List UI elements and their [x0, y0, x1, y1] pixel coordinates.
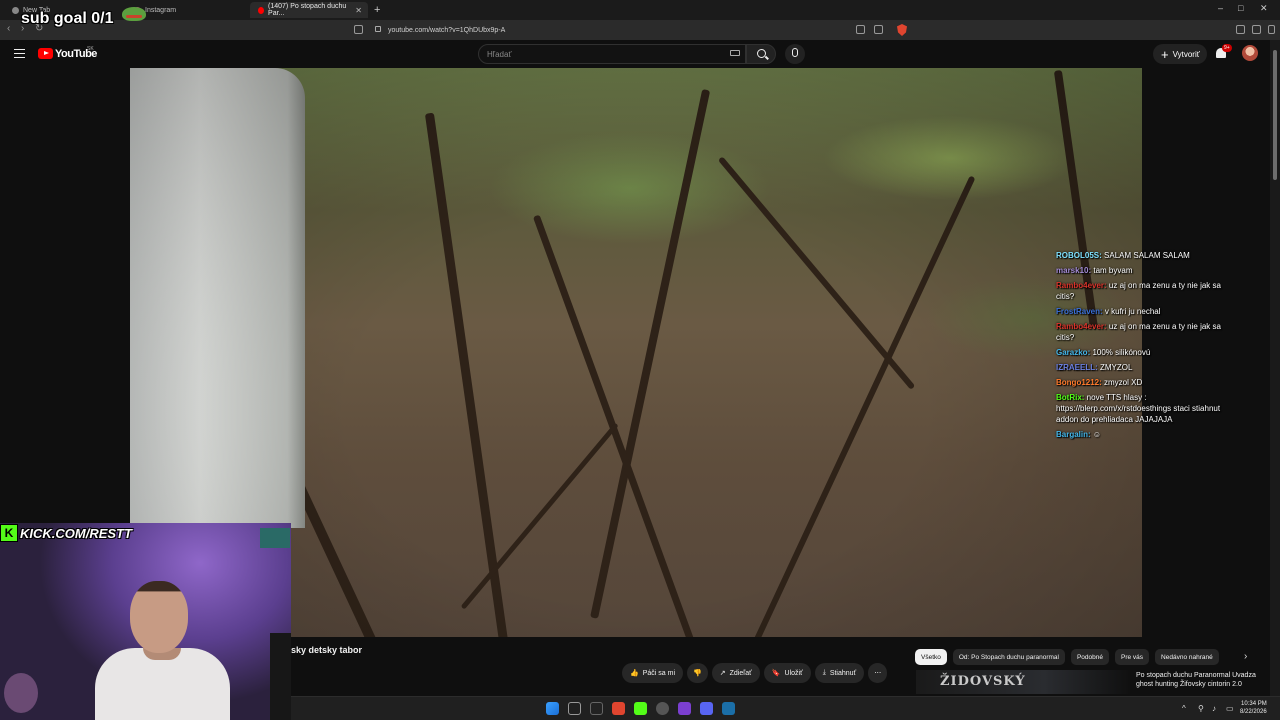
cast-icon[interactable]: [874, 25, 883, 34]
chat-message: Rambo4ever: uz aj on ma zenu a ty nie ja…: [1056, 281, 1221, 301]
chat-message: FrostRaven: v kufri ju nechal: [1056, 307, 1161, 316]
chat-message: Bargalin: ☺: [1056, 430, 1102, 439]
chat-overlay: ROBOL05S: SALAM SALAM SALAM marsk10: tam…: [1056, 250, 1226, 444]
address-bar-row: ‹ › ↻ youtube.com/watch?v=1QhDUbx9p-A: [0, 20, 1280, 40]
brave-browser-icon[interactable]: [612, 702, 625, 715]
back-icon[interactable]: ‹: [7, 23, 10, 34]
streamer-body: [95, 648, 230, 720]
youtube-favicon-icon: [258, 6, 265, 14]
mic-icon: [792, 48, 798, 57]
search-button[interactable]: [746, 44, 776, 64]
hamburger-menu-icon[interactable]: [14, 49, 25, 58]
more-button[interactable]: ⋯: [868, 663, 888, 683]
keyboard-icon[interactable]: [730, 50, 740, 56]
close-window-button[interactable]: ✕: [1260, 3, 1268, 14]
network-icon[interactable]: ⚲: [1198, 704, 1204, 713]
sub-goal-overlay: sub goal 0/1: [21, 10, 114, 27]
extensions-icon[interactable]: [1236, 25, 1245, 34]
tab-label: (1407) Po stopach duchu Par...: [268, 3, 347, 17]
tab-favicon-icon: [12, 6, 19, 14]
chip-related[interactable]: Podobné: [1070, 649, 1109, 665]
dislike-button[interactable]: 👎: [687, 663, 708, 683]
download-button[interactable]: ⤓ Stiahnuť: [814, 663, 865, 683]
recommendation-title[interactable]: Po stopach duchu Paranormal Uvadza ghost…: [1136, 671, 1266, 689]
share-button[interactable]: ↗ Zdieľať: [711, 663, 760, 683]
kick-app-icon[interactable]: [634, 702, 647, 715]
youtube-header: YouTube SK Hľadať + Vytvoriť 9+: [0, 40, 1270, 68]
chevron-right-icon[interactable]: ›: [1244, 651, 1247, 662]
scrollbar-thumb[interactable]: [1273, 50, 1277, 180]
translate-icon[interactable]: [856, 25, 865, 34]
tab-youtube[interactable]: (1407) Po stopach duchu Par... ✕: [250, 2, 368, 18]
tab-label: Instagram: [145, 6, 177, 14]
app-icon[interactable]: [590, 702, 603, 715]
clock-time: 10:34 PM: [1241, 701, 1267, 707]
thumbnail-text: ŽIDOVSKÝ: [940, 674, 1026, 689]
thumbs-up-icon: 👍: [630, 670, 639, 677]
create-label: Vytvoriť: [1172, 49, 1200, 59]
notification-badge: 9+: [1222, 44, 1232, 52]
chat-message: BotRix: nove TTS hlasy : https://blerp.c…: [1056, 393, 1221, 424]
share-icon: ↗: [719, 670, 726, 677]
like-button[interactable]: 👍 Páči sa mi: [622, 663, 684, 683]
plus-icon: +: [1161, 46, 1169, 62]
voice-search-button[interactable]: [785, 44, 805, 64]
chat-message: IZRAEELL: ZMYZOL: [1056, 363, 1133, 372]
mascot-figure: [4, 673, 38, 713]
url-field[interactable]: youtube.com/watch?v=1QhDUbx9p-A: [372, 22, 910, 38]
thumbs-down-icon: 👎: [693, 670, 702, 677]
streamer-head: [130, 581, 188, 653]
search-icon: [757, 49, 766, 58]
media-icon[interactable]: [1252, 25, 1261, 34]
chat-message: marsk10: tam byvam: [1056, 266, 1133, 275]
recommendation-filter-chips: Všetko Od: Po Stopach duchu paranormal P…: [915, 649, 1219, 665]
save-button[interactable]: 🔖 Uložiť: [763, 663, 811, 683]
recommendation-thumbnail[interactable]: ŽIDOVSKÝ: [916, 670, 1130, 694]
maximize-button[interactable]: □: [1238, 3, 1243, 13]
clock-date: 8/22/2026: [1240, 709, 1267, 715]
chat-message: Rambo4ever: uz aj on ma zenu a ty nie ja…: [1056, 322, 1221, 342]
search-input[interactable]: Hľadať: [478, 44, 746, 64]
tray-chevron-icon[interactable]: ^: [1182, 704, 1186, 713]
browser-tab-bar: New Tab Instagram (1407) Po stopach duch…: [0, 0, 1280, 20]
bookmark-icon[interactable]: [354, 25, 363, 34]
close-tab-icon[interactable]: ✕: [355, 6, 362, 15]
chip-from-channel[interactable]: Od: Po Stopach duchu paranormal: [952, 649, 1065, 665]
chat-message: Bongo1212: zmyzol XD: [1056, 378, 1143, 387]
kick-logo-icon: K: [0, 524, 18, 542]
youtube-logo-icon[interactable]: [38, 48, 53, 59]
country-code: SK: [87, 46, 94, 52]
chip-for-you[interactable]: Pre vás: [1115, 649, 1150, 665]
create-button[interactable]: + Vytvoriť: [1153, 44, 1207, 64]
webcam-overlay: [0, 523, 291, 720]
system-clock[interactable]: 10:34 PM 8/22/2026: [1240, 700, 1267, 716]
avatar[interactable]: [1242, 45, 1258, 61]
frog-emote-icon: [122, 7, 146, 21]
minimize-button[interactable]: –: [1218, 3, 1223, 13]
chat-message: ROBOL05S: SALAM SALAM SALAM: [1056, 251, 1190, 260]
chip-recently-uploaded[interactable]: Nedávno nahrané: [1155, 649, 1219, 665]
download-icon: ⤓: [822, 669, 826, 676]
chat-message: Garazko: 100% silikónovú: [1056, 348, 1151, 357]
chip-all[interactable]: Všetko: [915, 649, 947, 665]
speaker-icon[interactable]: ♪: [1212, 704, 1216, 713]
menu-icon[interactable]: [1268, 25, 1275, 34]
twitch-icon[interactable]: [678, 702, 691, 715]
battery-icon[interactable]: ▭: [1226, 704, 1234, 713]
windows-start-icon[interactable]: [546, 702, 559, 715]
video-actions: 👍 Páči sa mi 👎 ↗ Zdieľať 🔖 Uložiť ⤓ Stiahnuť…: [622, 663, 888, 683]
obs-icon[interactable]: [656, 702, 669, 715]
video-title: sky detsky tabor: [291, 645, 363, 655]
save-icon: 🔖: [771, 670, 781, 677]
new-tab-button[interactable]: +: [374, 4, 380, 16]
kick-handle: KICK.COM/RESTT: [20, 525, 132, 541]
kick-banner: K KICK.COM/RESTT: [0, 523, 132, 543]
more-icon: ⋯: [874, 670, 882, 677]
steam-icon[interactable]: [722, 702, 735, 715]
task-view-icon[interactable]: [568, 702, 581, 715]
discord-icon[interactable]: [700, 702, 713, 715]
page-scrollbar[interactable]: [1270, 40, 1280, 696]
